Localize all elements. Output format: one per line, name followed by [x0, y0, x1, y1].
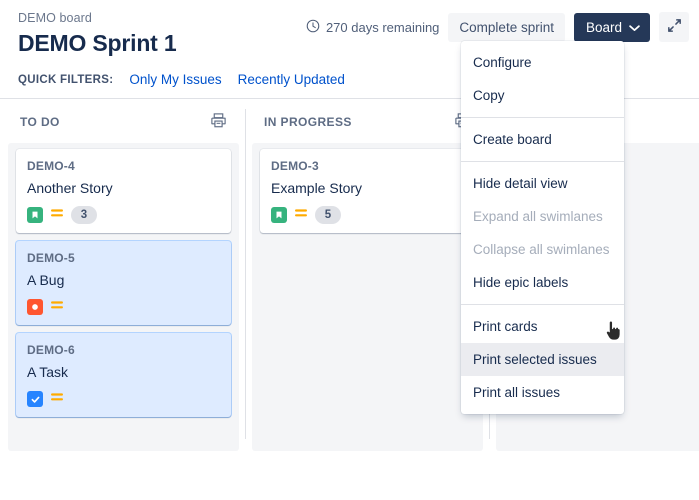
- column-title-todo: TO DO: [20, 115, 60, 129]
- priority-medium-icon: [50, 206, 64, 224]
- menu-divider: [461, 161, 624, 162]
- menu-item-create-board[interactable]: Create board: [461, 123, 624, 156]
- page-title: DEMO Sprint 1: [18, 28, 176, 58]
- expand-fullscreen-button[interactable]: [659, 12, 689, 42]
- column-title-inprogress: IN PROGRESS: [264, 115, 352, 129]
- card-summary: A Bug: [27, 271, 220, 289]
- days-remaining: 270 days remaining: [306, 19, 439, 36]
- board-card[interactable]: DEMO-3 Example Story: [260, 149, 475, 233]
- quick-filter-recently-updated[interactable]: Recently Updated: [238, 72, 345, 87]
- board-card[interactable]: DEMO-4 Another Story: [16, 149, 231, 233]
- column-divider: [245, 109, 246, 439]
- column-header: TO DO: [8, 99, 239, 143]
- menu-item-print-selected-issues[interactable]: Print selected issues: [461, 343, 624, 376]
- card-key[interactable]: DEMO-4: [27, 159, 220, 173]
- quick-filter-only-my-issues[interactable]: Only My Issues: [129, 72, 221, 87]
- menu-item-hide-detail-view[interactable]: Hide detail view: [461, 167, 624, 200]
- story-bookmark-icon: [27, 207, 43, 223]
- menu-item-expand-all-swimlanes: Expand all swimlanes: [461, 200, 624, 233]
- board-dropdown-menu: Configure Copy Create board Hide detail …: [461, 41, 624, 414]
- card-summary: A Task: [27, 363, 220, 381]
- jira-board-screen: DEMO board DEMO Sprint 1 270 days remain…: [0, 0, 699, 500]
- board-menu-button[interactable]: Board: [574, 13, 650, 42]
- task-check-icon: [27, 391, 43, 407]
- card-meta: 3: [27, 206, 220, 224]
- menu-item-hide-epic-labels[interactable]: Hide epic labels: [461, 266, 624, 299]
- card-meta: [27, 298, 220, 316]
- quick-filters-label: QUICK FILTERS:: [18, 74, 113, 86]
- priority-medium-icon: [50, 390, 64, 408]
- menu-item-print-cards[interactable]: Print cards: [461, 310, 624, 343]
- menu-item-print-all-issues[interactable]: Print all issues: [461, 376, 624, 409]
- menu-divider: [461, 117, 624, 118]
- board-column-inprogress: IN PROGRESS DEMO-3 Example Stor: [252, 99, 483, 451]
- menu-item-configure[interactable]: Configure: [461, 46, 624, 79]
- print-column-button-todo[interactable]: [210, 112, 227, 132]
- chevron-down-icon: [629, 20, 640, 35]
- board-card[interactable]: DEMO-5 A Bug: [16, 241, 231, 325]
- board-column-todo: TO DO DEMO-4 Another Story: [8, 99, 239, 451]
- card-summary: Example Story: [271, 179, 464, 197]
- column-header: IN PROGRESS: [252, 99, 483, 143]
- column-body-todo: DEMO-4 Another Story: [8, 143, 239, 451]
- bug-circle-icon: [27, 299, 43, 315]
- menu-item-copy[interactable]: Copy: [461, 79, 624, 112]
- priority-medium-icon: [294, 206, 308, 224]
- menu-divider: [461, 304, 624, 305]
- expand-fullscreen-icon: [666, 17, 683, 37]
- card-meta: [27, 390, 220, 408]
- story-point-estimate: 5: [315, 206, 341, 224]
- card-key[interactable]: DEMO-6: [27, 343, 220, 357]
- priority-medium-icon: [50, 298, 64, 316]
- menu-item-collapse-all-swimlanes: Collapse all swimlanes: [461, 233, 624, 266]
- printer-icon: [210, 112, 227, 132]
- card-summary: Another Story: [27, 179, 220, 197]
- card-key[interactable]: DEMO-5: [27, 251, 220, 265]
- header-actions: 270 days remaining Complete sprint Board: [306, 12, 689, 42]
- story-point-estimate: 3: [71, 206, 97, 224]
- board-card[interactable]: DEMO-6 A Task: [16, 333, 231, 417]
- clock-icon: [306, 19, 320, 36]
- board-menu-label: Board: [586, 20, 622, 35]
- days-remaining-label: 270 days remaining: [326, 20, 439, 35]
- card-meta: 5: [271, 206, 464, 224]
- card-key[interactable]: DEMO-3: [271, 159, 464, 173]
- complete-sprint-button[interactable]: Complete sprint: [448, 13, 565, 42]
- story-bookmark-icon: [271, 207, 287, 223]
- column-body-inprogress: DEMO-3 Example Story: [252, 143, 483, 451]
